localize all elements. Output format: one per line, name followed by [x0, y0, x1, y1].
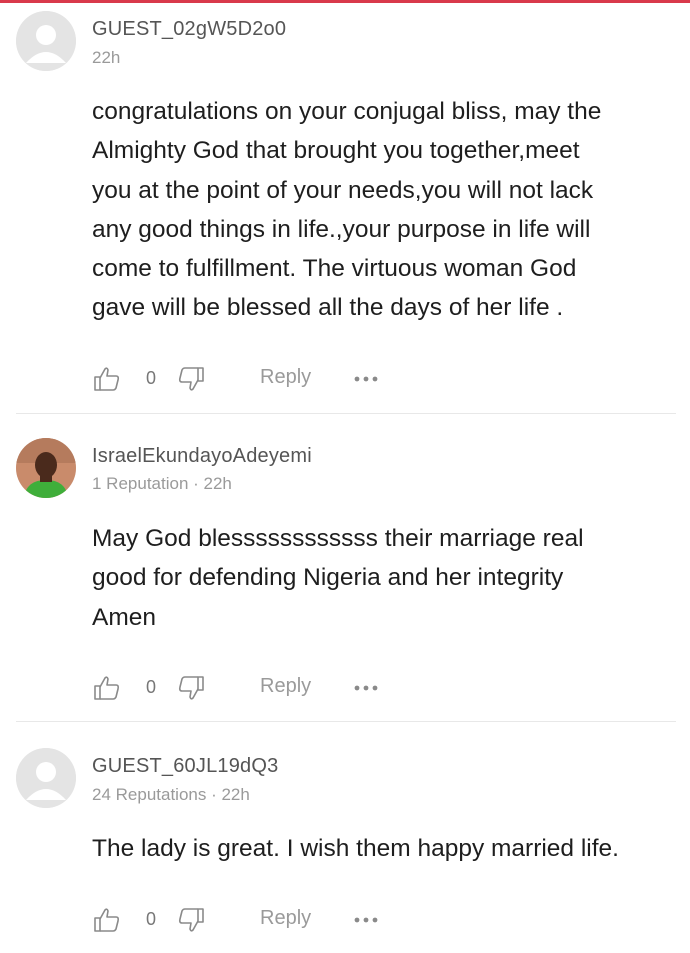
comment-line: Amen: [92, 603, 157, 631]
thumbs-up-icon[interactable]: [92, 905, 122, 935]
profile-photo-icon: [16, 438, 76, 498]
comment-line: good for defending Nigeria and her integ…: [92, 564, 564, 592]
like-count: 0: [146, 677, 157, 697]
reply-button[interactable]: Reply: [260, 366, 311, 389]
default-avatar-icon: [16, 11, 76, 71]
thumbs-down-icon[interactable]: [176, 364, 206, 394]
comment-actions: 0 Reply: [92, 673, 392, 703]
comment-line: May God blessssssssssss their marriage r…: [92, 525, 584, 552]
avatar[interactable]: [16, 438, 76, 498]
comment-actions: 0 Reply: [92, 905, 392, 935]
comment-line: Almighty God that brought you together,m…: [92, 137, 580, 165]
default-avatar-icon: [16, 748, 76, 808]
more-icon[interactable]: [352, 673, 380, 703]
comment-meta: 1 Reputation · 22h: [92, 474, 232, 493]
thumbs-down-icon[interactable]: [176, 673, 206, 703]
like-count: 0: [146, 909, 157, 929]
comment-line: The lady is great. I wish them happy mar…: [92, 835, 619, 862]
comment-line: gave will be blessed all the days of her…: [92, 294, 564, 322]
reply-button[interactable]: Reply: [260, 907, 311, 930]
avatar[interactable]: [16, 11, 76, 71]
comment-body: congratulations on your conjugal bliss, …: [92, 92, 672, 328]
more-icon[interactable]: [352, 364, 380, 394]
comment-actions: 0 Reply: [92, 364, 392, 394]
divider: [16, 413, 676, 414]
comment-line: you at the point of your needs,you will …: [92, 176, 594, 204]
comment-body: May God blessssssssssss their marriage r…: [92, 519, 672, 637]
comment-line: congratulations on your conjugal bliss, …: [92, 98, 602, 125]
username[interactable]: GUEST_60JL19dQ3: [92, 755, 278, 778]
thumbs-up-icon[interactable]: [92, 364, 122, 394]
comment-meta: 22h: [92, 48, 121, 67]
thumbs-up-icon[interactable]: [92, 673, 122, 703]
comment-line: come to fulfillment. The virtuous woman …: [92, 255, 577, 283]
username[interactable]: GUEST_02gW5D2o0: [92, 18, 286, 41]
username[interactable]: IsraelEkundayoAdeyemi: [92, 445, 312, 468]
top-accent-bar: [0, 0, 690, 3]
more-icon[interactable]: [352, 905, 380, 935]
comment-meta: 24 Reputations · 22h: [92, 785, 250, 804]
reply-button[interactable]: Reply: [260, 675, 311, 698]
avatar[interactable]: [16, 748, 76, 808]
thumbs-down-icon[interactable]: [176, 905, 206, 935]
comment-line: any good things in life.,your purpose in…: [92, 215, 591, 243]
divider: [16, 721, 676, 722]
comment-body: The lady is great. I wish them happy mar…: [92, 829, 672, 868]
like-count: 0: [146, 368, 157, 388]
